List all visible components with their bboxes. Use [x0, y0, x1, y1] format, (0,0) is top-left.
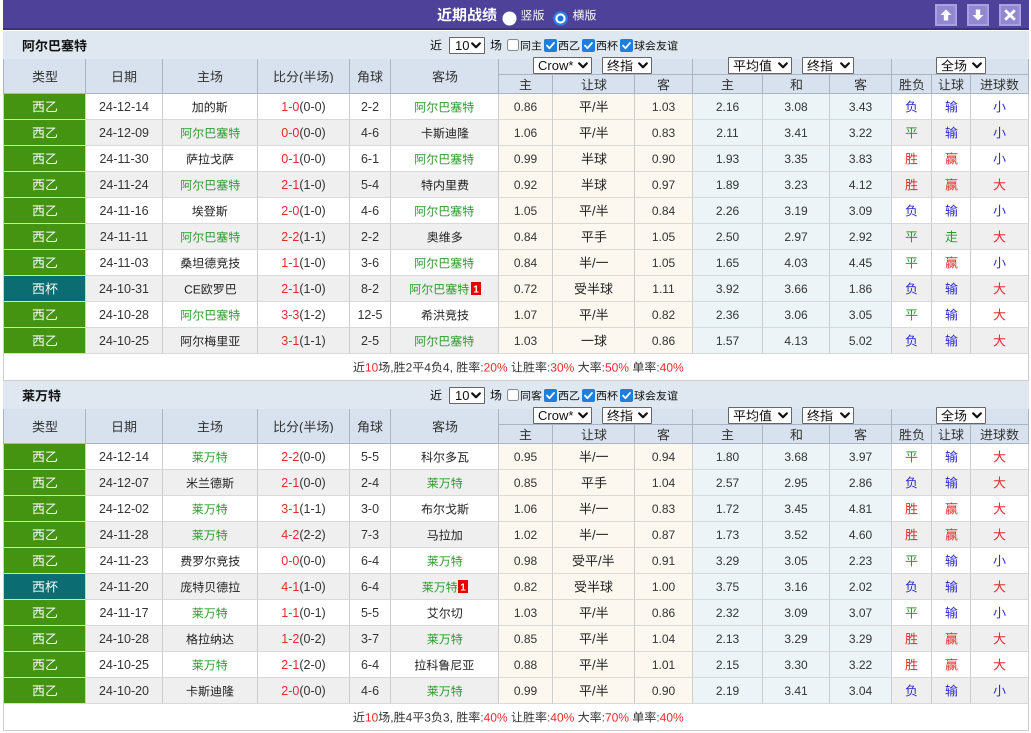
svg-text:1: 1 [460, 583, 466, 594]
svg-text:1: 1 [473, 285, 479, 296]
